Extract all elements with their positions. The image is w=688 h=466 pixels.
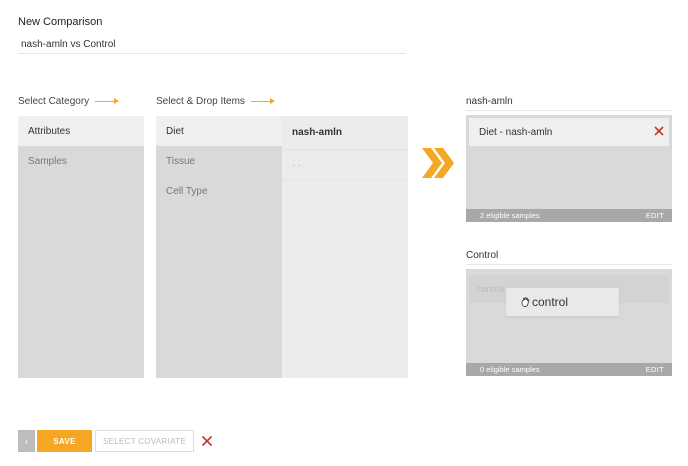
- items-panel: Diet Tissue Cell Type: [156, 116, 282, 378]
- category-item-samples[interactable]: Samples: [18, 146, 144, 176]
- drop-value-nash-amln[interactable]: nash-amln: [282, 116, 408, 150]
- group1-dropzone[interactable]: Diet - nash-amln 2 eligible samples EDIT: [466, 115, 672, 222]
- category-panel: Attributes Samples: [18, 116, 144, 378]
- grab-hand-icon: [521, 297, 530, 307]
- item-label: Tissue: [166, 155, 196, 167]
- select-drop-items-label: Select & Drop Items: [156, 96, 275, 107]
- cancel-close-icon[interactable]: [201, 435, 213, 447]
- select-drop-items-text: Select & Drop Items: [156, 96, 245, 107]
- group1-eligible-count: 2 eligible samples: [480, 211, 540, 220]
- item-tissue[interactable]: Tissue: [156, 146, 282, 176]
- comparison-title: New Comparison: [18, 16, 103, 28]
- group1-chip[interactable]: Diet - nash-amln: [469, 118, 669, 146]
- group2-dropzone[interactable]: control 0 eligible samples EDIT: [466, 269, 672, 376]
- select-category-label: Select Category: [18, 96, 120, 107]
- drop-values-panel: nash-amln - -: [282, 116, 408, 378]
- group2-footer: 0 eligible samples EDIT: [466, 363, 672, 376]
- category-item-label: Attributes: [28, 125, 71, 137]
- close-icon[interactable]: [653, 125, 665, 137]
- double-chevron-right-icon: [422, 148, 454, 178]
- category-item-label: Samples: [28, 155, 67, 167]
- item-label: Cell Type: [166, 185, 208, 197]
- back-button[interactable]: ‹: [18, 430, 35, 452]
- category-item-attributes[interactable]: Attributes: [18, 116, 144, 146]
- item-cell-type[interactable]: Cell Type: [156, 176, 282, 206]
- arrow-right-icon: [95, 98, 120, 104]
- group1-edit-link[interactable]: EDIT: [646, 211, 664, 220]
- select-covariate-button[interactable]: SELECT COVARIATE: [95, 430, 194, 452]
- item-diet[interactable]: Diet: [156, 116, 282, 146]
- comparison-name-input[interactable]: [18, 36, 406, 54]
- group2-edit-link[interactable]: EDIT: [646, 365, 664, 374]
- group2-eligible-count: 0 eligible samples: [480, 365, 540, 374]
- select-category-text: Select Category: [18, 96, 90, 107]
- arrow-right-icon: [250, 98, 275, 104]
- save-button[interactable]: SAVE: [37, 430, 92, 452]
- drop-value-placeholder[interactable]: - -: [282, 150, 408, 180]
- chip-label: Diet - nash-amln: [479, 126, 553, 138]
- group1-footer: 2 eligible samples EDIT: [466, 209, 672, 222]
- dragged-item[interactable]: control: [506, 288, 619, 316]
- item-label: Diet: [166, 125, 184, 137]
- group1-name[interactable]: nash-amln: [466, 96, 672, 111]
- dragged-item-label: control: [532, 295, 569, 309]
- group2-name[interactable]: Control: [466, 250, 672, 265]
